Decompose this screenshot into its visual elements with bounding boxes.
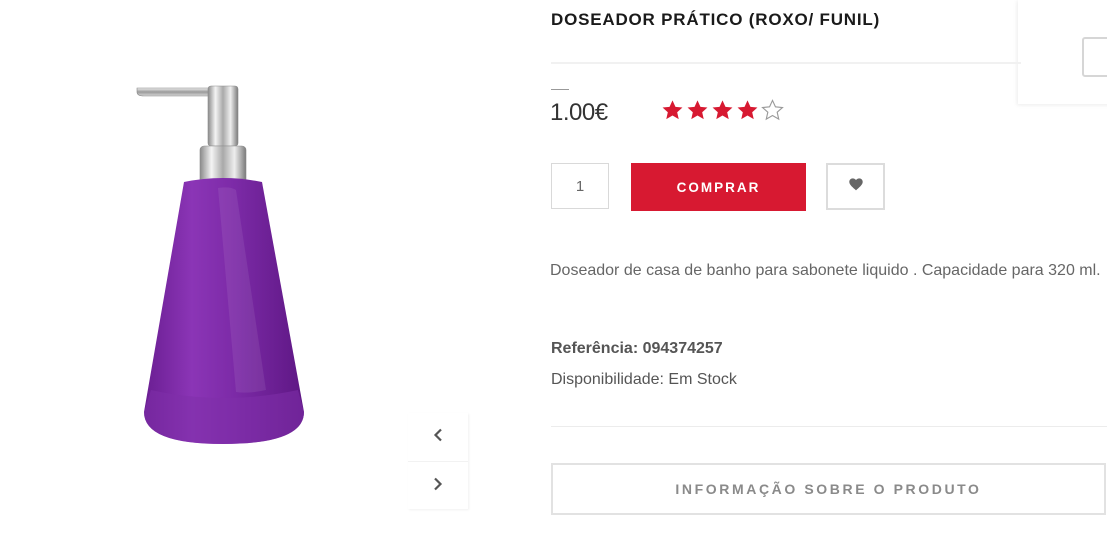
prev-image-button[interactable] bbox=[408, 413, 468, 461]
product-rating bbox=[661, 99, 784, 121]
heart-icon bbox=[848, 177, 863, 196]
old-price-strike bbox=[551, 89, 569, 90]
side-widget-button[interactable] bbox=[1082, 37, 1107, 77]
star-filled-icon bbox=[686, 99, 709, 121]
next-image-button[interactable] bbox=[408, 461, 468, 510]
quantity-input[interactable] bbox=[551, 163, 609, 209]
wishlist-button[interactable] bbox=[826, 163, 885, 210]
product-image bbox=[120, 70, 320, 460]
star-filled-icon bbox=[711, 99, 734, 121]
section-divider bbox=[551, 426, 1107, 427]
chevron-right-icon bbox=[433, 477, 443, 496]
title-divider bbox=[551, 62, 1021, 64]
reference-line: Referência: 094374257 bbox=[551, 340, 723, 358]
product-info-label: INFORMAÇÃO SOBRE O PRODUTO bbox=[675, 481, 982, 497]
product-price: 1.00€ bbox=[550, 99, 608, 126]
thumbnail-nav bbox=[408, 413, 468, 509]
star-outline-icon bbox=[761, 99, 784, 121]
side-widget bbox=[1018, 0, 1107, 104]
buy-button[interactable]: COMPRAR bbox=[631, 163, 806, 211]
star-filled-icon bbox=[661, 99, 684, 121]
product-description: Doseador de casa de banho para sabonete … bbox=[550, 262, 1101, 279]
product-info-button[interactable]: INFORMAÇÃO SOBRE O PRODUTO bbox=[551, 463, 1106, 515]
star-filled-icon bbox=[736, 99, 759, 121]
reference-label: Referência: bbox=[551, 340, 639, 357]
chevron-left-icon bbox=[433, 428, 443, 447]
reference-value: 094374257 bbox=[642, 340, 723, 357]
product-title: DOSEADOR PRÁTICO (ROXO/ FUNIL) bbox=[551, 10, 881, 29]
availability-line: Disponibilidade: Em Stock bbox=[551, 371, 737, 389]
availability-value: Em Stock bbox=[668, 371, 737, 388]
availability-label: Disponibilidade: bbox=[551, 371, 664, 388]
